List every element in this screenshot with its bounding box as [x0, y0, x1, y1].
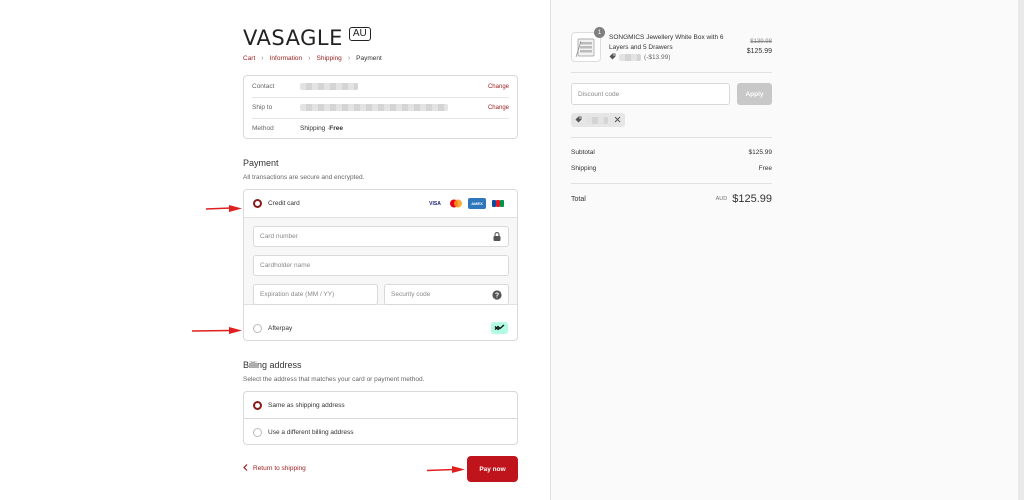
subtotal-value: $125.99	[748, 149, 773, 156]
applied-discount-tag	[571, 113, 625, 127]
product-discount: (-$13.99)	[609, 53, 670, 62]
review-method-value: Shipping · Free	[300, 125, 509, 132]
subtotal-label: Subtotal	[571, 149, 595, 156]
review-method-row: Method Shipping · Free	[252, 118, 509, 139]
help-icon[interactable]: ?	[492, 289, 502, 300]
chevron-right-icon: ›	[347, 55, 351, 62]
review-contact-label: Contact	[252, 83, 275, 90]
scrollbar-track[interactable]	[1018, 0, 1024, 500]
billing-heading: Billing address	[243, 360, 302, 370]
currency-code: AUD	[715, 196, 728, 202]
security-code-input[interactable]	[391, 291, 492, 298]
applied-code-redacted	[586, 116, 608, 124]
chevron-right-icon: ›	[308, 55, 311, 62]
billing-same-label: Same as shipping address	[268, 402, 345, 409]
card-number-field[interactable]	[253, 226, 509, 247]
brand-logo[interactable]: VASAGLE AU	[243, 26, 371, 50]
shipping-label: Shipping	[571, 165, 597, 172]
order-summary-panel	[550, 0, 1024, 500]
annotation-arrow-icon	[426, 466, 465, 473]
product-price-current: $125.99	[746, 48, 772, 55]
payment-heading: Payment	[243, 158, 279, 168]
discount-code-redacted	[619, 54, 641, 61]
breadcrumb: Cart › Information › Shipping › Payment	[243, 55, 382, 62]
return-label: Return to shipping	[253, 465, 306, 472]
discount-code-input[interactable]	[578, 90, 723, 98]
brand-region-badge: AU	[348, 27, 371, 41]
brand-name: VASAGLE	[243, 26, 343, 50]
tag-icon	[575, 116, 582, 125]
review-ship-to-label: Ship to	[252, 104, 273, 111]
subtotal-row: Subtotal $125.99	[571, 149, 772, 156]
cardholder-name-input[interactable]	[260, 262, 502, 269]
method-text: Shipping ·	[300, 125, 330, 132]
svg-text:?: ?	[495, 292, 499, 299]
shipping-value: Free	[758, 165, 772, 172]
product-name: SONGMICS Jewellery White Box with 6 Laye…	[609, 34, 724, 51]
total-amount: AUD $125.99	[716, 193, 772, 205]
return-to-shipping-link[interactable]: Return to shipping	[243, 464, 306, 473]
total-row: Total AUD $125.99	[571, 193, 772, 205]
tag-icon	[609, 53, 616, 62]
billing-options: Same as shipping address Use a different…	[243, 391, 518, 445]
pay-now-button[interactable]: Pay now	[467, 456, 518, 482]
jcb-icon	[489, 198, 507, 209]
total-label: Total	[571, 195, 586, 203]
billing-option-same[interactable]: Same as shipping address	[244, 392, 517, 419]
breadcrumb-cart[interactable]: Cart	[243, 55, 255, 62]
product-discount-amount: (-$13.99)	[644, 54, 671, 61]
cardholder-name-field[interactable]	[253, 255, 509, 276]
billing-same-radio[interactable]	[253, 401, 262, 410]
afterpay-radio[interactable]	[253, 323, 262, 333]
billing-option-different[interactable]: Use a different billing address	[244, 419, 517, 446]
remove-discount-icon[interactable]	[614, 116, 621, 125]
credit-card-form: ?	[244, 217, 517, 305]
method-price: Free	[329, 125, 344, 132]
mastercard-icon	[447, 198, 465, 209]
breadcrumb-information[interactable]: Information	[270, 55, 303, 62]
expiry-field[interactable]	[253, 284, 378, 305]
afterpay-logo-icon	[491, 322, 508, 334]
payment-option-afterpay[interactable]: Afterpay	[244, 314, 517, 340]
annotation-arrow-icon	[205, 205, 242, 212]
discount-code-field[interactable]	[571, 83, 730, 105]
apply-discount-button[interactable]: Apply	[737, 83, 772, 105]
billing-different-label: Use a different billing address	[268, 429, 354, 436]
visa-icon: VISA	[426, 198, 444, 209]
total-value: $125.99	[732, 193, 772, 205]
quantity-badge: 1	[594, 27, 605, 38]
review-contact-value-redacted	[300, 83, 488, 90]
card-brand-icons: VISA AMEX	[426, 198, 507, 209]
annotation-arrow-icon	[191, 327, 242, 334]
expiry-input[interactable]	[260, 291, 371, 298]
product-price-original: $139.98	[750, 39, 772, 45]
checkout-review: Contact Change Ship to Change Method Shi…	[243, 75, 518, 139]
breadcrumb-shipping[interactable]: Shipping	[317, 55, 342, 62]
payment-methods: Credit card VISA AMEX ?	[243, 189, 518, 341]
amex-icon: AMEX	[468, 198, 486, 209]
change-contact-link[interactable]: Change	[488, 84, 509, 90]
breadcrumb-payment: Payment	[356, 55, 382, 62]
review-ship-to-value-redacted	[300, 104, 488, 111]
change-ship-to-link[interactable]: Change	[488, 105, 509, 111]
review-method-label: Method	[252, 125, 274, 132]
chevron-left-icon	[243, 464, 248, 473]
review-ship-to-row: Ship to Change	[252, 97, 509, 118]
afterpay-label: Afterpay	[268, 324, 293, 332]
credit-card-radio[interactable]	[253, 199, 262, 208]
lock-icon	[492, 232, 502, 242]
payment-subtitle: All transactions are secure and encrypte…	[243, 174, 365, 181]
billing-subtitle: Select the address that matches your car…	[243, 376, 425, 383]
card-number-input[interactable]	[260, 233, 492, 240]
chevron-right-icon: ›	[261, 55, 264, 62]
review-contact-row: Contact Change	[252, 76, 509, 97]
shipping-row: Shipping Free	[571, 165, 772, 172]
payment-option-credit-card[interactable]: Credit card VISA AMEX	[244, 190, 517, 217]
credit-card-label: Credit card	[268, 200, 300, 207]
billing-different-radio[interactable]	[253, 428, 262, 437]
security-code-field[interactable]: ?	[384, 284, 509, 305]
